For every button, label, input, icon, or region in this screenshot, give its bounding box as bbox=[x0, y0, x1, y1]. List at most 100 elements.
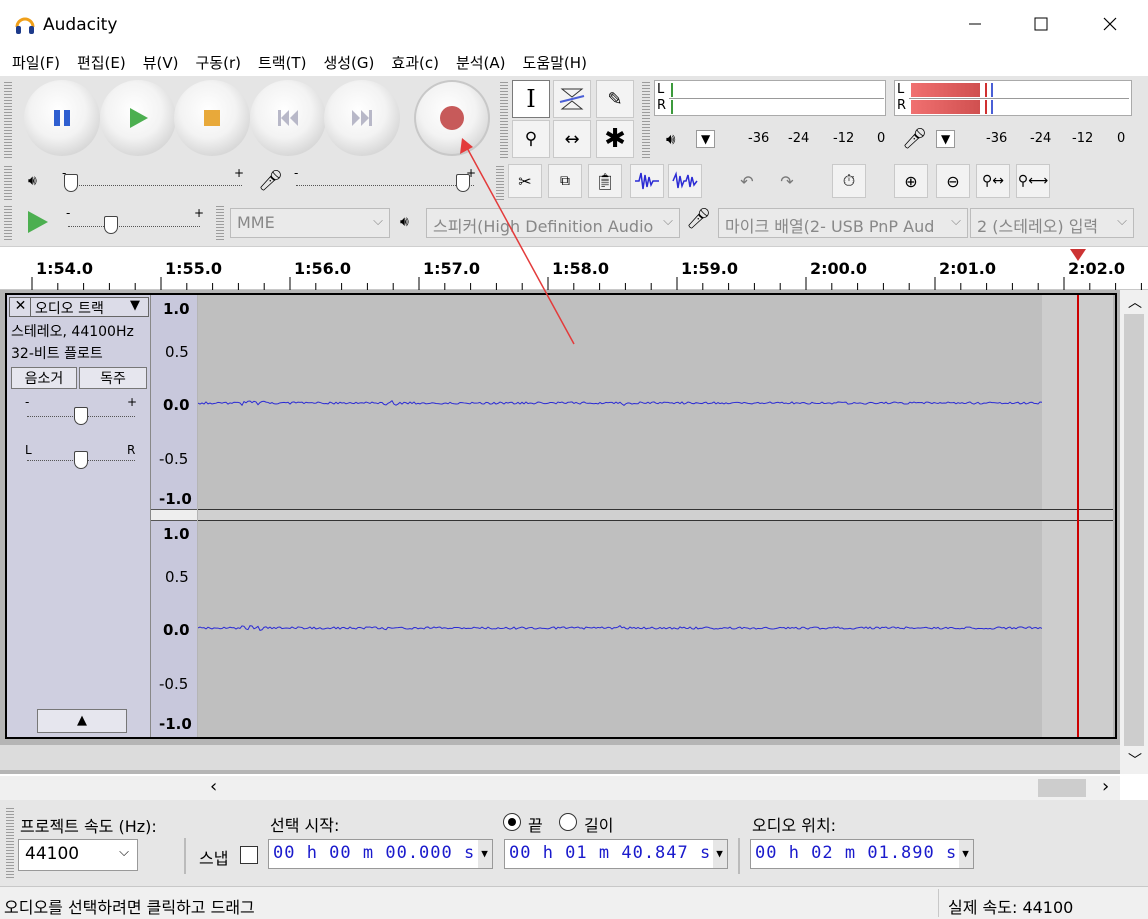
selection-end-field[interactable]: 00 h 01 m 40.847 s ▼ bbox=[504, 839, 728, 869]
redo-button[interactable]: ↷ bbox=[770, 164, 804, 198]
minimize-button[interactable] bbox=[945, 4, 1005, 44]
slider-thumb[interactable] bbox=[456, 174, 470, 192]
chevron-down-icon[interactable]: ▼ bbox=[713, 840, 727, 868]
undo-button[interactable]: ↶ bbox=[730, 164, 764, 198]
meter-tick: 0 bbox=[877, 131, 886, 146]
multi-tool[interactable]: ✱ bbox=[596, 120, 634, 158]
menu-help[interactable]: 도움말(H) bbox=[515, 52, 595, 73]
time-shift-tool[interactable]: ↔ bbox=[553, 120, 591, 158]
close-icon bbox=[1103, 17, 1117, 31]
slider-thumb[interactable] bbox=[74, 407, 88, 425]
chevron-down-icon[interactable]: ▼ bbox=[959, 840, 973, 868]
audio-host-select[interactable]: MME ⌵ bbox=[230, 208, 390, 238]
stop-button[interactable] bbox=[174, 80, 250, 156]
fit-selection-button[interactable]: ⚲↔ bbox=[976, 164, 1010, 198]
output-device-select[interactable]: 스피커(High Definition Audio ⌵ bbox=[426, 208, 680, 238]
fit-project-button[interactable]: ⚲⟷ bbox=[1016, 164, 1050, 198]
menu-tracks[interactable]: 트랙(T) bbox=[250, 52, 314, 73]
slider-thumb[interactable] bbox=[104, 216, 118, 234]
slider-track bbox=[64, 185, 242, 186]
scroll-down-icon[interactable]: ﹀ bbox=[1128, 750, 1142, 770]
pause-button[interactable] bbox=[24, 80, 100, 156]
input-device-select[interactable]: 마이크 배열(2- USB PnP Aud ⌵ bbox=[718, 208, 968, 238]
input-channels-select[interactable]: 2 (스테레오) 입력 ⌵ bbox=[970, 208, 1134, 238]
vertical-scrollbar[interactable]: ︿ ﹀ bbox=[1120, 290, 1148, 774]
y-label: -0.5 bbox=[159, 450, 189, 468]
draw-tool[interactable]: ✎ bbox=[596, 80, 634, 118]
toolbar-grip[interactable] bbox=[496, 164, 504, 200]
play-speed-slider[interactable]: - + bbox=[64, 206, 204, 236]
close-button[interactable] bbox=[1080, 4, 1140, 44]
audio-position-field[interactable]: 00 h 02 m 01.890 s ▼ bbox=[750, 839, 974, 869]
selection-tool[interactable]: I bbox=[512, 80, 550, 118]
timeline-ruler[interactable]: 1:54.0 1:55.0 1:56.0 1:57.0 1:58.0 1:59.… bbox=[0, 246, 1148, 290]
scroll-up-icon[interactable]: ︿ bbox=[1128, 292, 1142, 312]
envelope-tool[interactable] bbox=[553, 80, 591, 118]
toolbar-grip[interactable] bbox=[4, 80, 12, 160]
menu-view[interactable]: 뷰(V) bbox=[135, 52, 187, 73]
track-menu-icon[interactable]: ▼ bbox=[130, 298, 140, 313]
paste-icon: 📋︎ bbox=[594, 171, 616, 191]
track-gain-slider[interactable]: - + bbox=[25, 395, 137, 427]
record-meter-dropdown[interactable]: ▼ bbox=[936, 130, 956, 148]
trim-audio-button[interactable] bbox=[630, 164, 664, 198]
toolbar-grip[interactable] bbox=[4, 164, 12, 200]
horizontal-scrollbar[interactable]: ‹ › bbox=[198, 776, 1120, 800]
track-control-panel: ✕ 오디오 트랙 ▼ 스테레오, 44100Hz 32-비트 플로트 음소거 독… bbox=[7, 295, 151, 737]
solo-button[interactable]: 독주 bbox=[79, 367, 147, 389]
track-close-button[interactable]: ✕ bbox=[11, 298, 31, 316]
vertical-scale[interactable]: 1.0 0.5 0.0 -0.5 -1.0 1.0 0.5 0.0 -0.5 -… bbox=[151, 295, 197, 737]
toolbar-grip[interactable] bbox=[500, 80, 508, 160]
trim-outside-button[interactable]: ✂ bbox=[508, 164, 542, 198]
mute-button[interactable]: 음소거 bbox=[11, 367, 77, 389]
silence-button[interactable]: ⧉ bbox=[548, 164, 582, 198]
sync-lock-button[interactable]: ⏱︎ bbox=[832, 164, 866, 198]
selection-end-value: 00 h 01 m 40.847 s bbox=[509, 843, 712, 863]
recording-meter[interactable]: L R bbox=[894, 80, 1132, 116]
menu-effect[interactable]: 효과(c) bbox=[383, 52, 447, 73]
playback-meter[interactable]: L R bbox=[654, 80, 886, 116]
paste-button[interactable]: 📋︎ bbox=[588, 164, 622, 198]
skip-to-start-button[interactable] bbox=[250, 80, 326, 156]
snap-checkbox[interactable] bbox=[240, 846, 258, 864]
slider-thumb[interactable] bbox=[64, 174, 78, 192]
slider-thumb[interactable] bbox=[74, 451, 88, 469]
menu-edit[interactable]: 편집(E) bbox=[69, 52, 134, 73]
radio-dot bbox=[508, 818, 516, 826]
menu-generate[interactable]: 생성(G) bbox=[315, 52, 382, 73]
zoom-tool[interactable]: ⚲ bbox=[512, 120, 550, 158]
zoom-in-button[interactable]: ⊕ bbox=[894, 164, 928, 198]
recording-volume-slider[interactable]: - + bbox=[292, 166, 478, 192]
end-radio[interactable] bbox=[503, 813, 521, 831]
scroll-thumb[interactable] bbox=[1124, 314, 1144, 746]
toolbar-grip[interactable] bbox=[642, 80, 650, 160]
track-pan-slider[interactable]: L R bbox=[25, 443, 137, 471]
menu-file[interactable]: 파일(F) bbox=[4, 52, 68, 73]
toolbar-grip[interactable] bbox=[4, 204, 12, 242]
toolbar-grip[interactable] bbox=[216, 204, 224, 242]
project-rate-select[interactable]: 44100 ⌵ bbox=[18, 839, 138, 871]
zoom-selection-icon: ⚲↔ bbox=[982, 173, 1004, 189]
silence-audio-button[interactable] bbox=[668, 164, 702, 198]
menu-analyze[interactable]: 분석(A) bbox=[448, 52, 514, 73]
record-button[interactable] bbox=[414, 80, 490, 156]
menu-transport[interactable]: 구동(r) bbox=[188, 52, 249, 73]
track-name-button[interactable]: 오디오 트랙 bbox=[35, 298, 104, 318]
project-rate-label: 프로젝트 속도 (Hz): bbox=[20, 817, 157, 836]
playback-volume-slider[interactable]: - + bbox=[60, 166, 246, 192]
collapse-track-button[interactable]: ▲ bbox=[37, 709, 127, 733]
chevron-down-icon[interactable]: ▼ bbox=[478, 840, 492, 868]
scroll-right-icon[interactable]: › bbox=[1102, 776, 1109, 797]
scroll-thumb[interactable] bbox=[1038, 779, 1086, 797]
play-button[interactable] bbox=[100, 80, 176, 156]
toolbar-grip[interactable] bbox=[6, 806, 14, 880]
maximize-button[interactable] bbox=[1011, 4, 1071, 44]
zoom-out-button[interactable]: ⊖ bbox=[936, 164, 970, 198]
length-radio[interactable] bbox=[559, 813, 577, 831]
play-at-speed-button[interactable] bbox=[26, 210, 50, 238]
divider bbox=[184, 838, 186, 874]
scroll-left-icon[interactable]: ‹ bbox=[210, 776, 217, 797]
skip-to-end-button[interactable] bbox=[324, 80, 400, 156]
playback-meter-dropdown[interactable]: ▼ bbox=[696, 130, 716, 148]
selection-start-field[interactable]: 00 h 00 m 00.000 s ▼ bbox=[268, 839, 493, 869]
